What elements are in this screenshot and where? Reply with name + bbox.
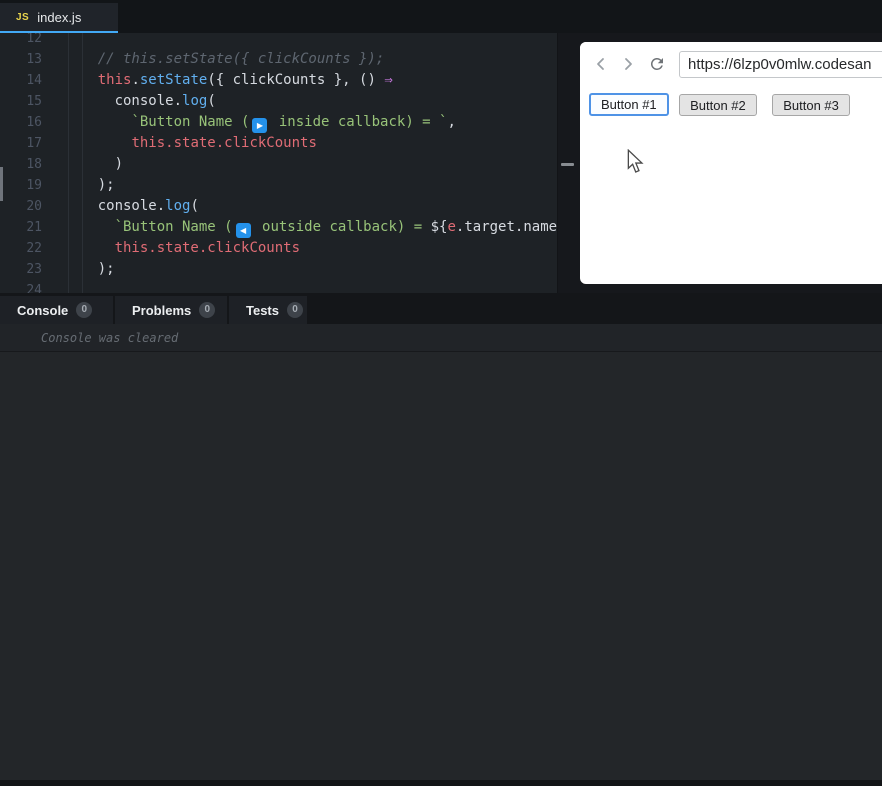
code-text: console.log( — [64, 91, 216, 112]
line-number: 17 — [0, 133, 42, 154]
console-tab-label: Problems — [132, 303, 191, 318]
back-icon — [594, 57, 608, 71]
code-line[interactable]: 12 — [0, 33, 557, 49]
preview-button-1[interactable]: Button #1 — [589, 93, 669, 116]
console-panel: Console 0 Problems 0 Tests 0 Console was clea… — [0, 293, 882, 786]
browser-panel: Button #1 Button #2 Button #3 — [580, 42, 882, 284]
editor-surface[interactable]: 1213 // this.setState({ clickCounts });1… — [0, 33, 557, 293]
console-tab-count-badge: 0 — [76, 302, 92, 318]
line-number: 24 — [0, 280, 42, 293]
preview-content: Button #1 Button #2 Button #3 — [580, 86, 882, 116]
console-tab-bar: Console 0 Problems 0 Tests 0 — [0, 293, 882, 324]
refresh-button[interactable] — [648, 55, 666, 73]
preview-zone: Button #1 Button #2 Button #3 — [557, 33, 882, 293]
code-text: console.log( — [64, 196, 199, 217]
console-message: Console was cleared — [41, 331, 178, 345]
line-number: 12 — [0, 33, 42, 49]
code-line[interactable]: 24 — [0, 280, 557, 293]
console-output-area[interactable] — [0, 352, 882, 780]
code-text: this.state.clickCounts — [64, 238, 300, 259]
console-tab-label: Tests — [246, 303, 279, 318]
refresh-icon — [648, 55, 666, 73]
line-number: 18 — [0, 154, 42, 175]
console-tab-tests[interactable]: Tests 0 — [229, 296, 307, 324]
line-number: 19 — [0, 175, 42, 196]
code-line[interactable]: 18 ) — [0, 154, 557, 175]
code-text: ); — [64, 259, 115, 280]
line-number: 22 — [0, 238, 42, 259]
back-button[interactable] — [594, 57, 608, 71]
browser-nav-bar — [580, 42, 882, 86]
code-text: ) — [64, 154, 123, 175]
code-text: // this.setState({ clickCounts }); — [64, 49, 384, 70]
code-line[interactable]: 16 `Button Name (▶ inside callback) = `, — [0, 112, 557, 133]
code-lines: 1213 // this.setState({ clickCounts });1… — [0, 33, 557, 293]
code-line[interactable]: 13 // this.setState({ clickCounts }); — [0, 49, 557, 70]
code-text: ); — [64, 175, 115, 196]
mouse-cursor-icon — [627, 149, 644, 174]
line-number: 16 — [0, 112, 42, 133]
forward-button[interactable] — [621, 57, 635, 71]
code-text: this.state.clickCounts — [64, 133, 317, 154]
js-file-icon: JS — [16, 12, 29, 23]
code-line[interactable]: 20 console.log( — [0, 196, 557, 217]
code-line[interactable]: 17 this.state.clickCounts — [0, 133, 557, 154]
url-input[interactable] — [679, 51, 882, 78]
console-tab-count-badge: 0 — [199, 302, 215, 318]
forward-icon — [621, 57, 635, 71]
code-line[interactable]: 14 this.setState({ clickCounts }, () ⇒ — [0, 70, 557, 91]
console-tab-label: Console — [17, 303, 68, 318]
line-number: 14 — [0, 70, 42, 91]
arrow-backward-emoji: ◀ — [236, 223, 251, 238]
split-resize-handle[interactable] — [561, 163, 574, 166]
arrow-forward-emoji: ▶ — [252, 118, 267, 133]
line-number: 21 — [0, 217, 42, 238]
code-line[interactable]: 21 `Button Name (◀ outside callback) = $… — [0, 217, 557, 238]
app-window: JS index.js 1213 // this.setState({ clic… — [0, 0, 882, 786]
code-text: `Button Name (▶ inside callback) = `, — [64, 112, 456, 133]
code-line[interactable]: 15 console.log( — [0, 91, 557, 112]
line-number: 15 — [0, 91, 42, 112]
console-bottom-strip — [0, 780, 882, 786]
line-number: 13 — [0, 49, 42, 70]
console-message-row: Console was cleared — [0, 324, 882, 351]
preview-button-3[interactable]: Button #3 — [772, 94, 850, 116]
console-tab-problems[interactable]: Problems 0 — [115, 296, 227, 324]
code-line[interactable]: 22 this.state.clickCounts — [0, 238, 557, 259]
code-text: this.setState({ clickCounts }, () ⇒ — [64, 70, 393, 91]
preview-button-2[interactable]: Button #2 — [679, 94, 757, 116]
console-tab-count-badge: 0 — [287, 302, 303, 318]
editor-tab-bar: JS index.js — [0, 0, 882, 33]
code-line[interactable]: 19 ); — [0, 175, 557, 196]
code-text: `Button Name (◀ outside callback) = ${e.… — [64, 217, 557, 238]
line-number: 20 — [0, 196, 42, 217]
console-tab-console[interactable]: Console 0 — [0, 296, 113, 324]
tab-index-js[interactable]: JS index.js — [0, 3, 118, 31]
line-number: 23 — [0, 259, 42, 280]
tab-label: index.js — [37, 10, 81, 25]
code-line[interactable]: 23 ); — [0, 259, 557, 280]
